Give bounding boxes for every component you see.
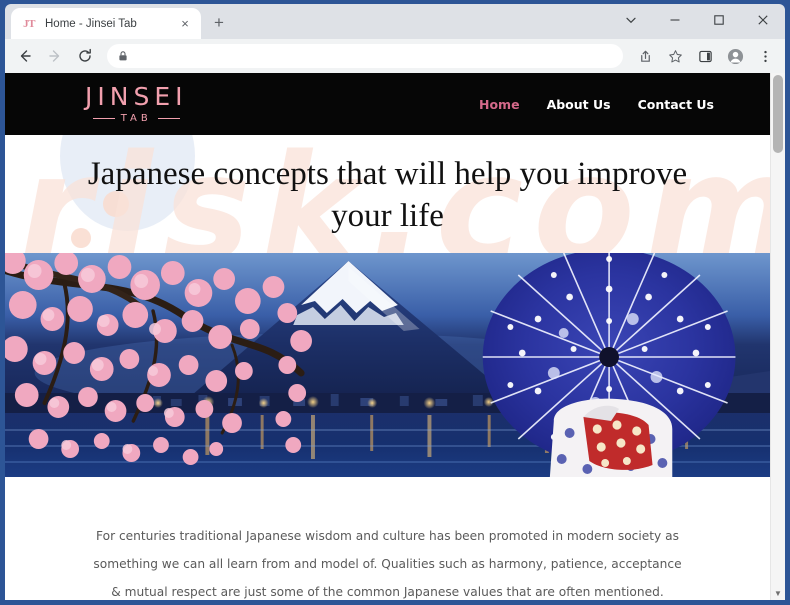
- profile-avatar-icon[interactable]: [721, 42, 749, 70]
- page-scrollbar[interactable]: ▼: [770, 73, 785, 600]
- nav-item-home[interactable]: Home: [479, 97, 520, 112]
- logo-secondary: TAB: [92, 113, 180, 125]
- hero-heading-block: Japanese concepts that will help you imp…: [5, 135, 770, 253]
- intro-paragraph: For centuries traditional Japanese wisdo…: [93, 529, 682, 600]
- logo-rule-left: [92, 118, 115, 120]
- browser-toolbar: [5, 39, 785, 73]
- reload-button-icon[interactable]: [71, 42, 99, 70]
- minimize-icon[interactable]: [653, 4, 697, 36]
- scrollbar-down-arrow-icon[interactable]: ▼: [771, 590, 785, 598]
- forward-button-icon[interactable]: [41, 42, 69, 70]
- site-header: JINSEI TAB Home About Us Contact Us: [5, 73, 770, 135]
- tab-title: Home - Jinsei Tab: [45, 17, 137, 30]
- browser-window: JT Home - Jinsei Tab × + risk.com JINSEI…: [0, 0, 790, 605]
- lock-icon: [117, 50, 129, 62]
- web-page: risk.com JINSEI TAB Home About Us Contac…: [5, 73, 770, 600]
- share-icon[interactable]: [631, 42, 659, 70]
- site-navigation: Home About Us Contact Us: [479, 97, 714, 112]
- nav-item-contact-us[interactable]: Contact Us: [638, 97, 714, 112]
- side-panel-icon[interactable]: [691, 42, 719, 70]
- scrollbar-thumb[interactable]: [773, 75, 783, 153]
- new-tab-button[interactable]: +: [205, 9, 233, 37]
- intro-section: For centuries traditional Japanese wisdo…: [5, 477, 770, 600]
- close-icon[interactable]: [741, 4, 785, 36]
- browser-menu-icon[interactable]: [751, 42, 779, 70]
- address-bar[interactable]: [107, 44, 623, 68]
- page-title: Japanese concepts that will help you imp…: [87, 156, 688, 235]
- maximize-icon[interactable]: [697, 4, 741, 36]
- back-button-icon[interactable]: [11, 42, 39, 70]
- site-logo[interactable]: JINSEI TAB: [85, 81, 188, 125]
- tab-favicon-icon: JT: [23, 17, 35, 30]
- tab-strip: JT Home - Jinsei Tab × +: [5, 4, 785, 39]
- logo-secondary-text: TAB: [120, 113, 152, 125]
- star-icon[interactable]: [661, 42, 689, 70]
- nav-item-about-us[interactable]: About Us: [547, 97, 611, 112]
- window-controls: [609, 4, 785, 36]
- tab-close-icon[interactable]: ×: [177, 16, 193, 32]
- page-viewport: risk.com JINSEI TAB Home About Us Contac…: [5, 73, 785, 600]
- hero-image: [5, 253, 770, 478]
- browser-tab[interactable]: JT Home - Jinsei Tab ×: [11, 8, 201, 39]
- logo-primary-text: JINSEI: [85, 81, 188, 111]
- logo-rule-right: [157, 118, 180, 120]
- tab-search-chevron-down-icon[interactable]: [609, 4, 653, 36]
